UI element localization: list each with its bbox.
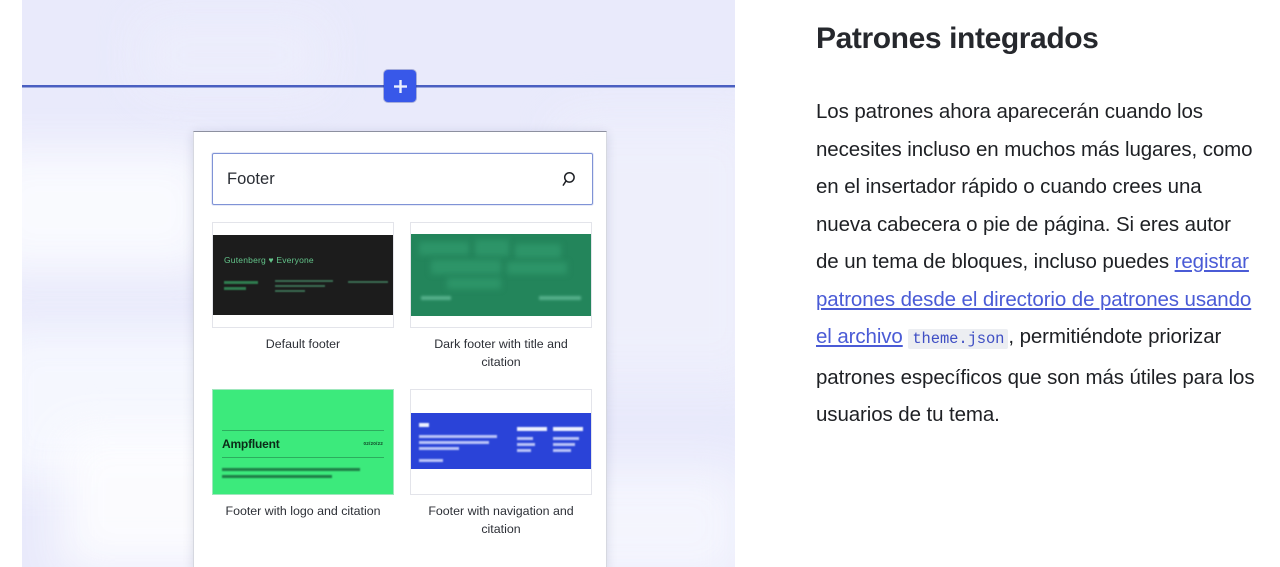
pattern-preview — [410, 389, 592, 495]
block-inserter-button[interactable] — [384, 70, 416, 102]
block-insertion-line — [22, 85, 735, 88]
screen: Gutenberg ♥ Everyone Default footer — [0, 0, 1280, 567]
pattern-card-default-footer[interactable]: Gutenberg ♥ Everyone Default footer — [212, 222, 394, 381]
pattern-card-footer-navigation-citation[interactable]: Footer with navigation and citation — [410, 389, 592, 548]
plus-icon — [392, 78, 409, 95]
paragraph-text-part1: Los patrones ahora aparecerán cuando los… — [816, 100, 1253, 273]
pattern-card-footer-logo-citation[interactable]: Ampfluent 02/20/22 Footer with logo and … — [212, 389, 394, 548]
code-theme-json: theme.json — [908, 329, 1009, 349]
info-panel: Patrones integrados Los patrones ahora a… — [816, 0, 1260, 567]
pattern-card-dark-footer-title-citation[interactable]: Dark footer with title and citation — [410, 222, 592, 381]
editor-canvas[interactable]: Gutenberg ♥ Everyone Default footer — [22, 0, 735, 567]
search-icon[interactable] — [559, 170, 578, 189]
pattern-label: Dark footer with title and citation — [434, 337, 568, 369]
page-title: Patrones integrados — [816, 22, 1099, 55]
pattern-preview: Ampfluent 02/20/22 — [212, 389, 394, 495]
info-paragraph: Los patrones ahora aparecerán cuando los… — [816, 93, 1256, 434]
preview-title: Ampfluent — [222, 437, 280, 451]
pattern-label: Footer with logo and citation — [225, 504, 381, 518]
pattern-label: Default footer — [265, 337, 341, 351]
pattern-explorer-panel[interactable]: Gutenberg ♥ Everyone Default footer — [193, 131, 607, 567]
pattern-label: Footer with navigation and citation — [428, 504, 574, 536]
pattern-preview: Gutenberg ♥ Everyone — [212, 222, 394, 328]
pattern-search-field[interactable] — [212, 153, 593, 205]
search-input[interactable] — [213, 169, 559, 189]
pattern-preview — [410, 222, 592, 328]
preview-date: 02/20/22 — [363, 441, 383, 446]
pattern-grid: Gutenberg ♥ Everyone Default footer Dark… — [212, 222, 592, 548]
preview-title: Gutenberg ♥ Everyone — [224, 255, 314, 265]
